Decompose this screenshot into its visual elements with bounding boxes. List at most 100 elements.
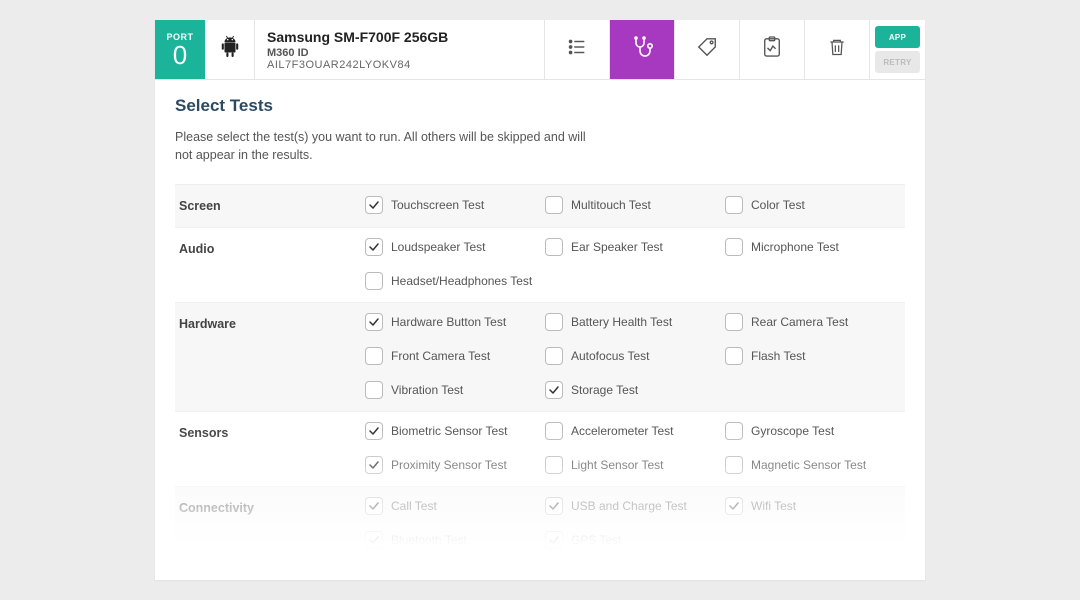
section-connectivity: ConnectivityCall TestUSB and Charge Test… [175,486,905,561]
m360-label: M360 ID [267,47,532,59]
checkbox[interactable] [545,313,563,331]
test-item[interactable]: Color Test [725,195,905,215]
test-item[interactable]: Rear Camera Test [725,313,905,331]
checkbox[interactable] [725,497,743,515]
device-model: Samsung SM-F700F 256GB [267,29,532,45]
test-item[interactable]: Headset/Headphones Test [365,272,545,290]
test-item[interactable]: Proximity Sensor Test [365,456,545,474]
section-audio: AudioLoudspeaker TestEar Speaker TestMic… [175,227,905,302]
tests-grid: Loudspeaker Test Ear Speaker Test Micropho… [365,228,905,302]
test-label: Light Sensor Test [571,458,664,472]
test-label: Rear Camera Test [751,315,848,329]
list-tab[interactable] [545,20,610,79]
tests-grid: Call Test USB and Charge Test Wifi Test Blu… [365,487,905,561]
side-buttons: APP RETRY [870,20,925,79]
test-item[interactable]: Light Sensor Test [545,456,725,474]
test-label: Hardware Button Test [391,315,506,329]
test-item[interactable]: Loudspeaker Test [365,238,545,256]
checkbox[interactable] [365,347,383,365]
test-item[interactable]: Biometric Sensor Test [365,422,545,440]
test-item[interactable]: Ear Speaker Test [545,238,725,256]
checkbox[interactable] [725,238,743,256]
test-label: Biometric Sensor Test [391,424,508,438]
checkbox[interactable] [365,531,383,549]
checkbox[interactable] [725,313,743,331]
test-item[interactable]: Accelerometer Test [545,422,725,440]
stethoscope-icon [630,35,654,64]
test-label: Magnetic Sensor Test [751,458,866,472]
list-icon [566,36,588,63]
tests-grid: Hardware Button Test Battery Health Test R… [365,303,905,411]
retry-button[interactable]: RETRY [875,51,920,73]
tag-tab[interactable] [675,20,740,79]
checkbox[interactable] [365,497,383,515]
checkbox[interactable] [365,238,383,256]
test-label: Battery Health Test [571,315,672,329]
app-button[interactable]: APP [875,26,920,48]
test-item[interactable]: Front Camera Test [365,347,545,365]
test-item[interactable]: Touchscreen Test [365,195,545,215]
device-info: Samsung SM-F700F 256GB M360 ID AIL7F3OUA… [255,20,545,79]
test-label: Accelerometer Test [571,424,674,438]
test-item[interactable]: Battery Health Test [545,313,725,331]
checkbox[interactable] [365,422,383,440]
section-sensors: Sensors Biometric Sensor Test Acceleromete… [175,411,905,486]
test-item[interactable]: Wifi Test [725,497,905,515]
android-icon [219,35,241,64]
test-item[interactable]: Flash Test [725,347,905,365]
checkbox[interactable] [365,272,383,290]
test-label: Front Camera Test [391,349,490,363]
checkbox[interactable] [545,238,563,256]
checkbox[interactable] [545,347,563,365]
test-label: Color Test [751,198,805,212]
checkbox[interactable] [365,456,383,474]
test-item[interactable]: Storage Test [545,381,725,399]
section-title: Screen [175,185,365,227]
checkbox[interactable] [545,381,563,399]
tag-icon [696,36,718,63]
test-item[interactable]: GPS Test [545,531,725,549]
checkbox[interactable] [545,196,563,214]
test-label: Call Test [391,499,437,513]
test-label: Headset/Headphones Test [391,274,532,288]
device-panel: PORT 0 Samsung SM-F700F 256GB M [155,20,925,580]
test-item[interactable]: Bluetooth Test [365,531,545,549]
checkbox[interactable] [725,347,743,365]
tests-grid: Touchscreen Test Multitouch Test Color Tes… [365,185,905,227]
checkbox[interactable] [545,531,563,549]
test-label: Loudspeaker Test [391,240,486,254]
test-item[interactable]: Vibration Test [365,381,545,399]
test-label: Wifi Test [751,499,796,513]
section-hardware: Hardware Hardware Button Test Battery Heal… [175,302,905,411]
instructions-text: Please select the test(s) you want to ru… [175,128,595,164]
checkbox[interactable] [365,196,383,214]
test-label: Touchscreen Test [391,198,484,212]
checkbox[interactable] [725,422,743,440]
test-item[interactable]: USB and Charge Test [545,497,725,515]
checkbox[interactable] [545,497,563,515]
delete-tab[interactable] [805,20,870,79]
report-tab[interactable] [740,20,805,79]
panel-body: Select Tests Please select the test(s) y… [155,80,925,561]
test-item[interactable]: Multitouch Test [545,195,725,215]
checkbox[interactable] [365,313,383,331]
test-item[interactable]: Call Test [365,497,545,515]
checkbox[interactable] [725,196,743,214]
section-screen: Screen Touchscreen Test Multitouch Test Col… [175,184,905,227]
trash-icon [827,36,847,63]
checkbox[interactable] [365,381,383,399]
test-item[interactable]: Gyroscope Test [725,422,905,440]
test-item[interactable]: Hardware Button Test [365,313,545,331]
test-label: Ear Speaker Test [571,240,663,254]
checkbox[interactable] [545,456,563,474]
test-item[interactable]: Microphone Test [725,238,905,256]
section-title: Hardware [175,303,365,411]
checkbox[interactable] [725,456,743,474]
test-item[interactable]: Magnetic Sensor Test [725,456,905,474]
section-title: Sensors [175,412,365,486]
test-label: Gyroscope Test [751,424,834,438]
checkbox[interactable] [545,422,563,440]
m360-id: AIL7F3OUAR242LYOKV84 [267,59,532,71]
diagnostics-tab[interactable] [610,20,675,79]
test-item[interactable]: Autofocus Test [545,347,725,365]
